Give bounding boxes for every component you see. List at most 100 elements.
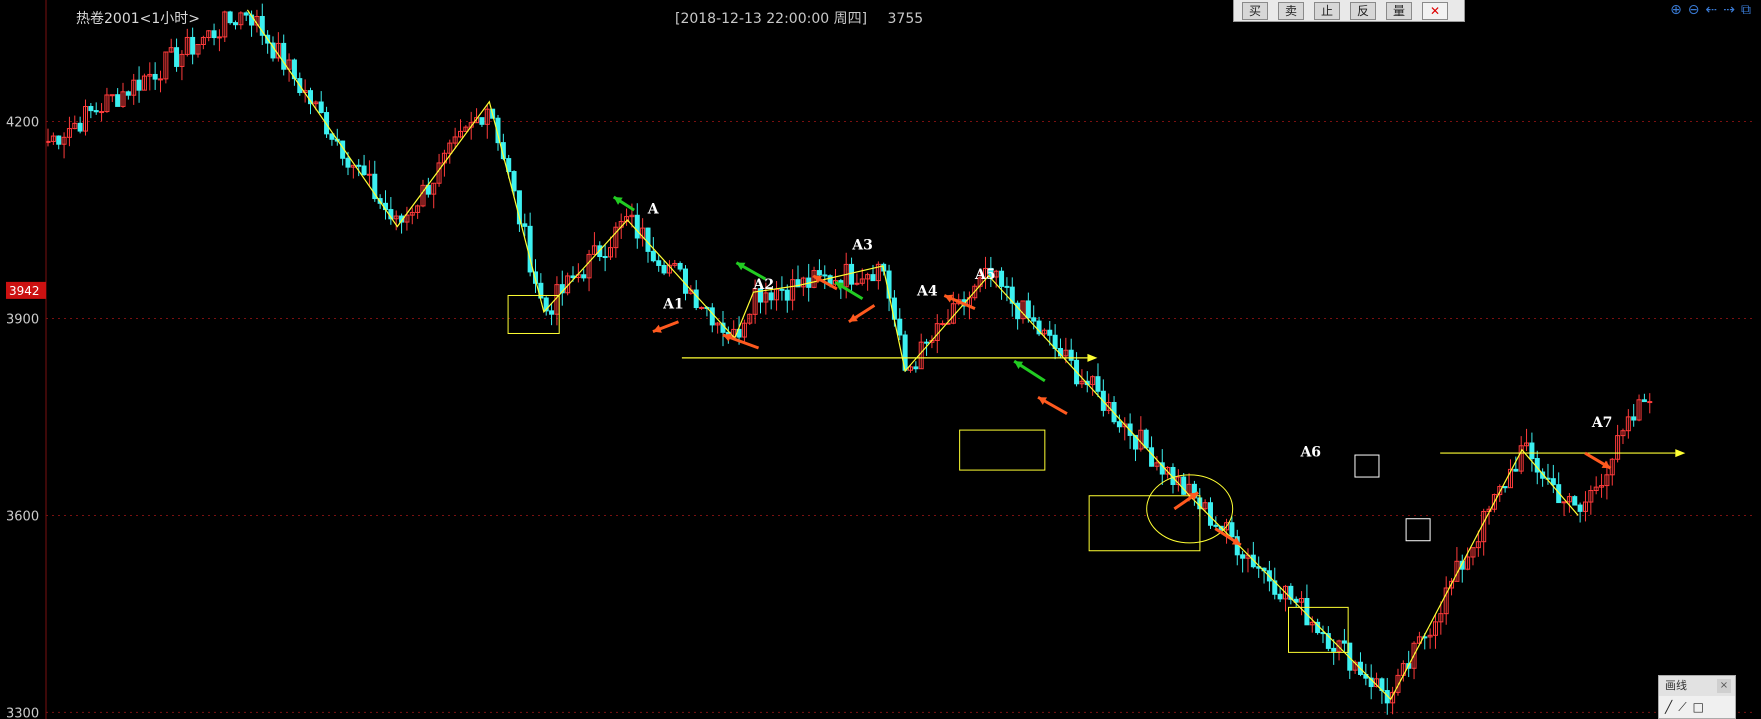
segment-tool-icon[interactable]: ⟋ bbox=[1678, 700, 1686, 715]
annotation-label: A1 bbox=[662, 297, 684, 313]
candle bbox=[1357, 652, 1363, 677]
arrow-right-icon[interactable]: ⇢ bbox=[1723, 2, 1735, 18]
buy-button[interactable]: 买 bbox=[1242, 1, 1268, 20]
candle-body bbox=[999, 270, 1005, 287]
candle bbox=[1122, 417, 1128, 441]
candle bbox=[61, 132, 67, 159]
candle-body bbox=[1529, 442, 1535, 460]
arrow-left-icon[interactable]: ⇠ bbox=[1706, 2, 1718, 18]
candle-body bbox=[216, 36, 222, 39]
candle bbox=[1647, 393, 1653, 414]
candle bbox=[784, 284, 790, 313]
candle bbox=[329, 133, 335, 146]
candle bbox=[1234, 529, 1240, 566]
line-tool-icon[interactable]: ╱ bbox=[1665, 700, 1672, 715]
marker-box bbox=[1354, 454, 1380, 478]
candle-body bbox=[45, 140, 51, 143]
chart-nav: ⊕ ⊖ ⇠ ⇢ ⧉ bbox=[1670, 2, 1751, 18]
candle bbox=[179, 50, 185, 81]
candle bbox=[1599, 473, 1605, 498]
candle bbox=[720, 311, 726, 347]
candle bbox=[1240, 550, 1246, 573]
candle bbox=[1620, 428, 1626, 445]
candle-body bbox=[1550, 478, 1556, 486]
candle bbox=[865, 272, 871, 291]
close-toolbar-button[interactable]: ✕ bbox=[1422, 1, 1448, 20]
candle-body bbox=[1641, 399, 1647, 403]
candle bbox=[672, 259, 678, 268]
candle bbox=[479, 117, 485, 127]
candle-body bbox=[211, 30, 217, 39]
candle bbox=[50, 132, 56, 145]
cursor-datetime: [2018-12-13 22:00:00 周四] bbox=[675, 11, 868, 27]
candle bbox=[1556, 472, 1562, 504]
candle bbox=[141, 73, 147, 91]
y-tick-label: 3900 bbox=[6, 312, 39, 327]
candle bbox=[1132, 434, 1138, 462]
candle bbox=[1009, 277, 1015, 317]
candle-body bbox=[784, 289, 790, 301]
candle bbox=[1390, 686, 1396, 715]
candle bbox=[1641, 393, 1647, 403]
candle bbox=[1577, 502, 1583, 523]
candle bbox=[82, 99, 88, 136]
candle-body bbox=[1561, 501, 1567, 504]
candle bbox=[554, 276, 560, 326]
candle bbox=[1299, 591, 1305, 616]
candle bbox=[613, 222, 619, 258]
rect-tool-icon[interactable]: □ bbox=[1693, 700, 1704, 715]
candle bbox=[227, 10, 233, 25]
candle-body bbox=[940, 323, 946, 326]
candle bbox=[1609, 457, 1615, 486]
candle bbox=[822, 265, 828, 290]
candle bbox=[77, 116, 83, 134]
candle bbox=[1572, 495, 1578, 506]
candle-body bbox=[1240, 554, 1246, 559]
quantity-button[interactable]: 量 bbox=[1386, 1, 1412, 20]
reverse-button[interactable]: 反 bbox=[1350, 1, 1376, 20]
candle-body bbox=[56, 135, 62, 145]
candle-body bbox=[93, 110, 99, 113]
candle bbox=[1336, 639, 1342, 661]
range-box bbox=[959, 429, 1046, 471]
zoom-out-icon[interactable]: ⊖ bbox=[1688, 2, 1700, 18]
candle-body bbox=[549, 310, 555, 315]
trend-level-arrowhead bbox=[1675, 449, 1686, 458]
zoom-in-icon[interactable]: ⊕ bbox=[1670, 2, 1682, 18]
restore-icon[interactable]: ⧉ bbox=[1741, 2, 1751, 18]
candle bbox=[457, 119, 463, 139]
candle bbox=[940, 320, 946, 326]
candle bbox=[1459, 554, 1465, 583]
candle bbox=[291, 58, 297, 86]
candle-body bbox=[1502, 486, 1508, 489]
candle bbox=[747, 313, 753, 325]
candle bbox=[549, 303, 555, 326]
stop-button[interactable]: 止 bbox=[1314, 1, 1340, 20]
candle-body bbox=[479, 117, 485, 125]
candle-body bbox=[1513, 468, 1519, 472]
candle-body bbox=[1577, 504, 1583, 512]
candle-body bbox=[924, 341, 930, 344]
candle bbox=[1341, 628, 1347, 652]
candle bbox=[104, 87, 110, 113]
candle bbox=[1282, 584, 1288, 612]
candle bbox=[88, 103, 94, 119]
candle bbox=[238, 11, 244, 30]
draw-panel-close-button[interactable]: × bbox=[1717, 679, 1731, 693]
candle bbox=[99, 103, 105, 122]
candle-body bbox=[913, 366, 919, 370]
candle-body bbox=[1213, 524, 1219, 527]
candle bbox=[1443, 576, 1449, 625]
annotation-label: A5 bbox=[974, 267, 996, 283]
y-axis: 4200 3900 3600 3300 3942 bbox=[6, 0, 47, 719]
candle bbox=[1593, 476, 1599, 495]
candle bbox=[1529, 432, 1535, 472]
sell-button[interactable]: 卖 bbox=[1278, 1, 1304, 20]
candle-body bbox=[1116, 421, 1122, 428]
candle bbox=[1245, 548, 1251, 573]
candle-body bbox=[99, 111, 105, 114]
candle bbox=[1411, 641, 1417, 680]
trend-level-arrowhead bbox=[1087, 353, 1098, 362]
candlestick-chart[interactable]: AA1A2A3A4A5A6A7 42003900360033003942 bbox=[0, 0, 1761, 719]
candle-body bbox=[152, 73, 158, 80]
